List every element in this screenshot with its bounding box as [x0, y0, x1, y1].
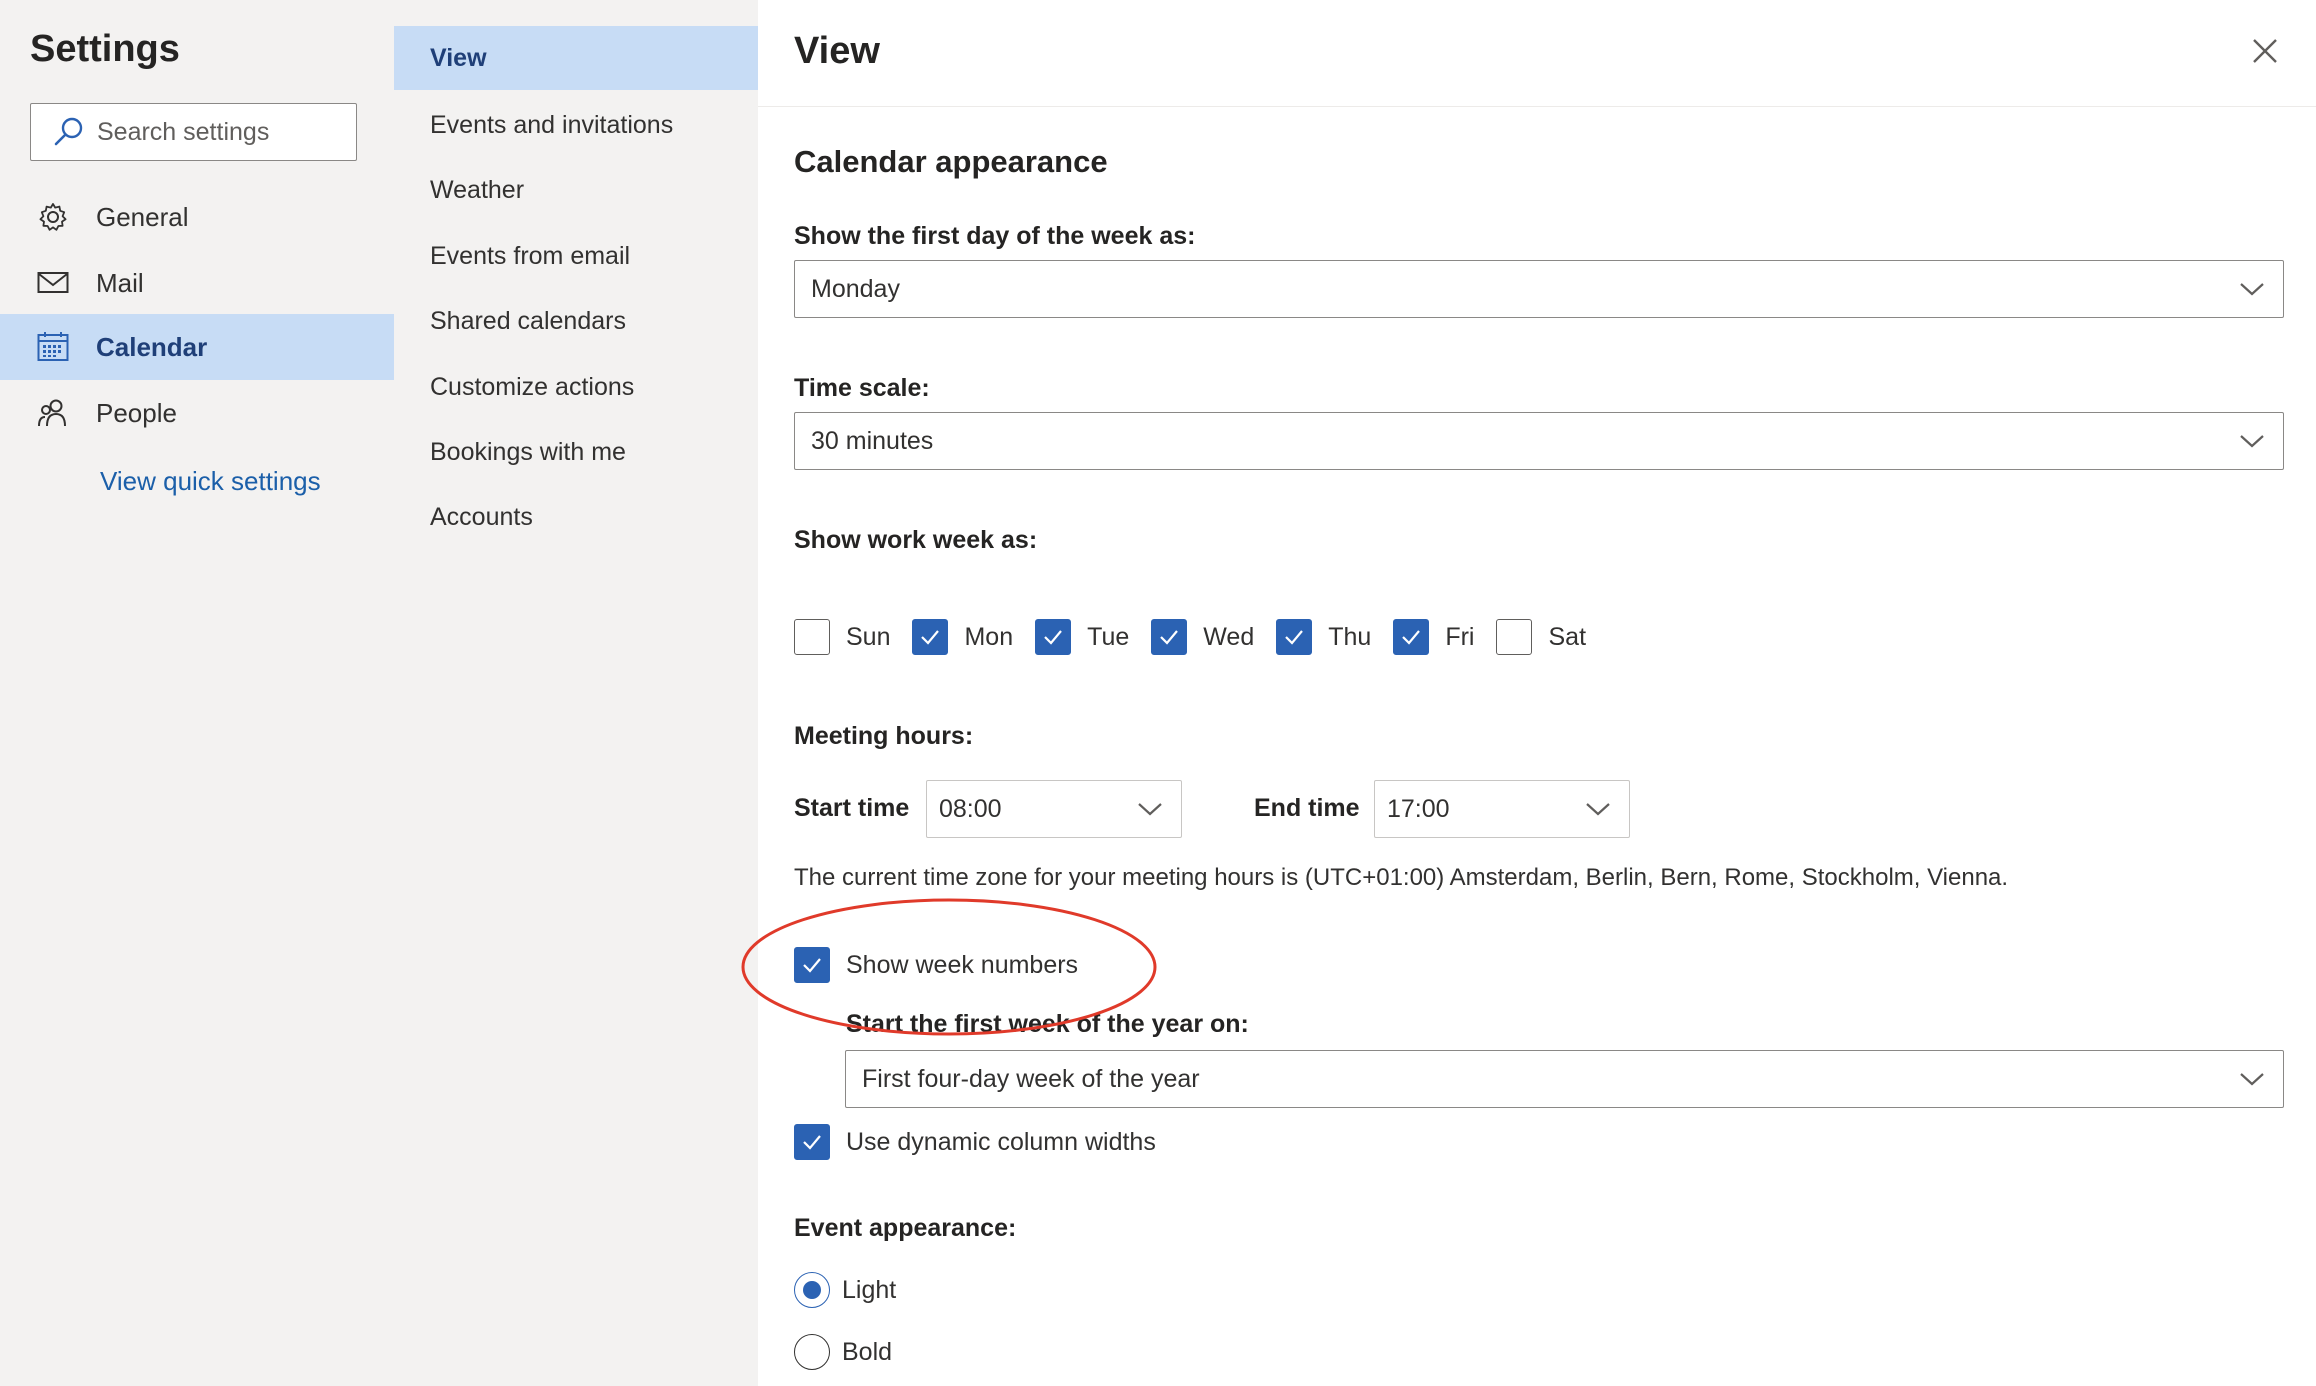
sidebar-item-general[interactable]: General	[0, 184, 394, 250]
show-week-numbers-checkbox[interactable]	[794, 947, 830, 983]
checkbox-wed[interactable]	[1151, 619, 1188, 655]
sidebar-item-people[interactable]: People	[0, 380, 394, 446]
checkbox-sun[interactable]	[794, 619, 830, 655]
people-icon	[36, 396, 70, 430]
checkmark-icon	[803, 1135, 821, 1150]
subnav-item-events-from-email[interactable]: Events from email	[394, 224, 758, 288]
gear-icon	[36, 200, 70, 234]
first-week-dropdown[interactable]: First four-day week of the year	[845, 1050, 2284, 1108]
dynamic-widths-checkbox[interactable]	[794, 1124, 830, 1160]
settings-sidebar: Settings General	[0, 0, 394, 1386]
checkmark-icon	[921, 630, 940, 645]
radio-light[interactable]	[794, 1272, 830, 1308]
mail-icon	[36, 266, 70, 300]
dynamic-widths-option: Use dynamic column widths	[794, 1124, 1156, 1160]
checkbox-label: Tue	[1087, 622, 1130, 651]
start-time-dropdown[interactable]: 08:00	[926, 780, 1182, 838]
checkbox-tue[interactable]	[1035, 619, 1072, 655]
calendar-icon	[36, 330, 70, 364]
dropdown-value: 17:00	[1387, 794, 1450, 823]
sidebar-item-label: General	[96, 201, 189, 232]
search-icon	[54, 117, 83, 146]
checkbox-thu[interactable]	[1276, 619, 1313, 655]
section-title: Calendar appearance	[794, 144, 1108, 179]
search-box[interactable]	[30, 103, 357, 161]
view-quick-settings-link[interactable]: View quick settings	[100, 466, 321, 497]
checkbox-label: Thu	[1328, 622, 1372, 651]
subnav-item-customize-actions[interactable]: Customize actions	[394, 355, 758, 419]
checkbox-label: Wed	[1203, 622, 1255, 651]
checkmark-icon	[803, 958, 821, 973]
checkmark-icon	[1160, 630, 1179, 645]
chevron-down-icon	[1138, 803, 1162, 816]
dropdown-value: 08:00	[939, 794, 1002, 823]
sidebar-item-mail[interactable]: Mail	[0, 250, 394, 316]
chevron-down-icon	[2240, 1073, 2264, 1086]
show-week-numbers-option: Show week numbers	[794, 947, 1078, 983]
checkmark-icon	[1044, 630, 1062, 645]
event-appearance-label: Event appearance:	[794, 1214, 1017, 1242]
search-input[interactable]	[97, 117, 347, 147]
settings-title: Settings	[30, 28, 180, 70]
checkbox-label: Mon	[964, 622, 1014, 651]
checkbox-mon[interactable]	[912, 619, 949, 655]
sidebar-item-label: Mail	[96, 267, 144, 298]
checkbox-fri[interactable]	[1393, 619, 1430, 655]
close-icon[interactable]	[2248, 34, 2282, 68]
sidebar-item-label: People	[96, 397, 177, 428]
subnav-item-shared-calendars[interactable]: Shared calendars	[394, 289, 758, 353]
first-week-label: Start the first week of the year on:	[846, 1010, 1249, 1038]
settings-panel: View Calendar appearance Show the first …	[758, 0, 2316, 1386]
panel-header: View	[758, 0, 2316, 107]
checkbox-label: Show week numbers	[846, 950, 1079, 979]
settings-window: Settings General	[0, 0, 2316, 1386]
dropdown-value: First four-day week of the year	[862, 1064, 1200, 1093]
end-time-dropdown[interactable]: 17:00	[1374, 780, 1630, 838]
checkmark-icon	[1285, 630, 1304, 645]
checkbox-label: Sat	[1548, 622, 1587, 651]
first-day-label: Show the first day of the week as:	[794, 222, 1196, 250]
dropdown-value: 30 minutes	[811, 426, 934, 455]
sidebar-item-label: Calendar	[96, 331, 208, 362]
end-time-label: End time	[1254, 794, 1360, 822]
panel-title: View	[794, 30, 880, 72]
work-week-label: Show work week as:	[794, 526, 1038, 554]
time-scale-dropdown[interactable]: 30 minutes	[794, 412, 2284, 470]
radio-label: Bold	[842, 1337, 893, 1366]
work-week-days: Sun Mon Tue Wed Thu Fri Sat	[794, 616, 1608, 658]
chevron-down-icon	[1586, 803, 1610, 816]
subnav-item-accounts[interactable]: Accounts	[394, 485, 758, 549]
meeting-hours-label: Meeting hours:	[794, 722, 974, 750]
timezone-note: The current time zone for your meeting h…	[794, 864, 2009, 891]
calendar-settings-nav: View Events and invitations Weather Even…	[394, 0, 758, 1386]
checkbox-label: Use dynamic column widths	[846, 1127, 1156, 1156]
time-scale-label: Time scale:	[794, 374, 930, 402]
subnav-item-weather[interactable]: Weather	[394, 158, 758, 222]
checkbox-sat[interactable]	[1496, 619, 1533, 655]
radio-label: Light	[842, 1275, 897, 1304]
radio-option-bold: Bold	[794, 1334, 892, 1370]
first-day-dropdown[interactable]: Monday	[794, 260, 2284, 318]
sidebar-item-calendar[interactable]: Calendar	[0, 314, 394, 380]
subnav-item-view[interactable]: View	[394, 26, 758, 90]
subnav-item-bookings[interactable]: Bookings with me	[394, 420, 758, 484]
checkbox-label: Sun	[846, 622, 891, 651]
chevron-down-icon	[2240, 283, 2264, 296]
dropdown-value: Monday	[811, 274, 900, 303]
subnav-item-events-invitations[interactable]: Events and invitations	[394, 93, 758, 157]
chevron-down-icon	[2240, 435, 2264, 448]
checkmark-icon	[1402, 630, 1421, 645]
radio-option-light: Light	[794, 1272, 896, 1308]
radio-bold[interactable]	[794, 1334, 830, 1370]
start-time-label: Start time	[794, 794, 910, 822]
checkbox-label: Fri	[1445, 622, 1475, 651]
